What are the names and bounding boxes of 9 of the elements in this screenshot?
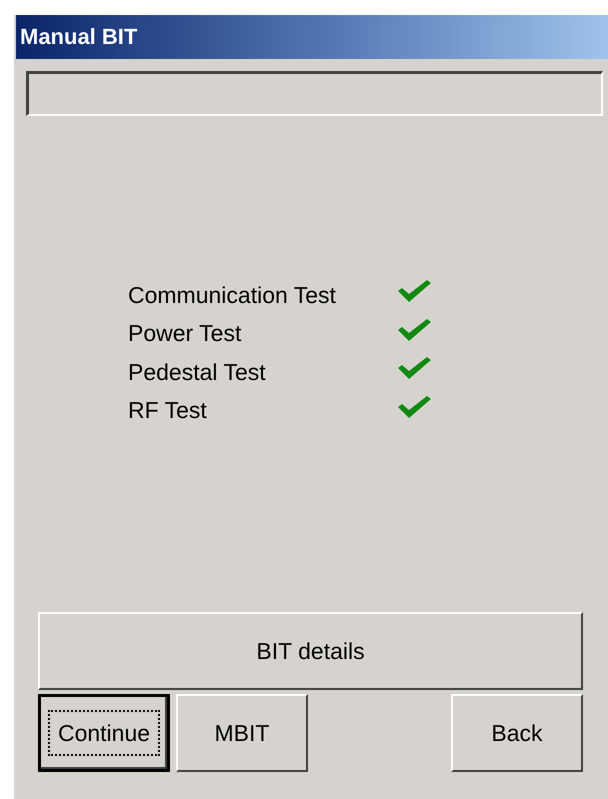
test-name: Pedestal Test	[128, 358, 267, 386]
dialog-button[interactable]: MBIT	[176, 694, 308, 772]
dialog-button[interactable]: Back	[451, 694, 583, 772]
test-name: RF Test	[128, 397, 208, 424]
bit-details-button[interactable]: BIT details	[38, 612, 583, 690]
test-name: Communication Test	[128, 282, 337, 309]
test-name: Power Test	[128, 320, 242, 348]
window-title: Manual BIT	[16, 15, 608, 59]
dialog-button[interactable]: Continue	[38, 694, 170, 772]
